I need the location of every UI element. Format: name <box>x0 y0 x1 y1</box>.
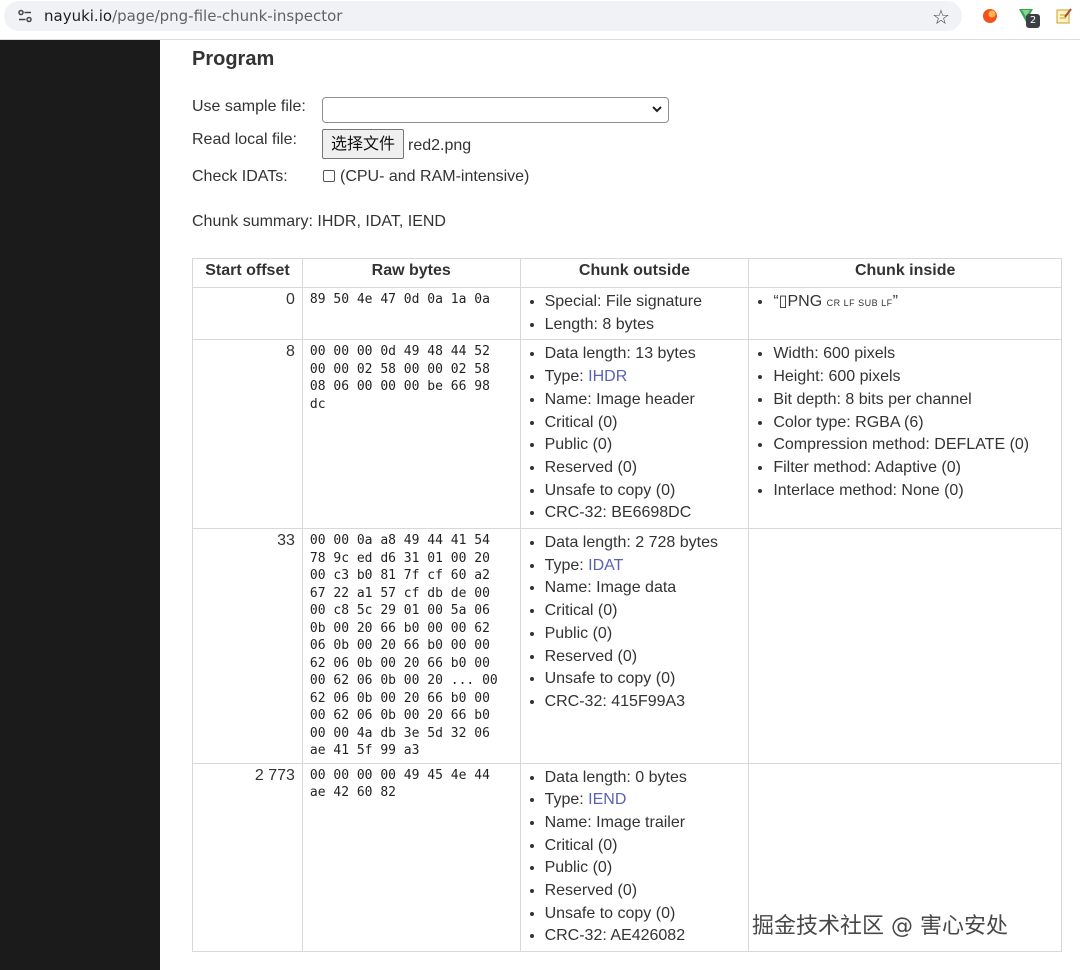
list-item: Type: IEND <box>545 789 742 812</box>
chunk-outside: Data length: 13 bytes Type: IHDR Name: I… <box>519 339 750 530</box>
chunk-inside <box>748 528 1062 764</box>
signature-png: PNG <box>787 293 823 310</box>
watermark: 掘金技术社区 @ 害心安处 <box>752 914 1008 939</box>
list-item: Public (0) <box>545 623 742 646</box>
url-text[interactable]: nayuki.io/page/png-file-chunk-inspector <box>44 7 342 25</box>
choose-file-button[interactable]: 选择文件 <box>322 129 404 159</box>
check-idats-note: (CPU- and RAM-intensive) <box>340 168 530 185</box>
signature-control-chars: CR LF SUB LF <box>826 298 893 308</box>
list-item: Data length: 0 bytes <box>545 767 742 790</box>
header-raw-bytes: Raw bytes <box>301 258 521 288</box>
list-item: Name: Image header <box>545 389 742 412</box>
type-label: Type: <box>544 368 589 386</box>
raw-bytes: 00 00 0a a8 49 44 41 54 78 9c ed d6 31 0… <box>301 528 521 764</box>
extension-orange-icon[interactable] <box>980 6 1000 26</box>
extension-notes-icon[interactable] <box>1054 6 1074 26</box>
check-idats-checkbox[interactable] <box>323 170 335 182</box>
selected-file-name: red2.png <box>408 137 472 154</box>
browser-toolbar: nayuki.io/page/png-file-chunk-inspector … <box>0 0 1080 40</box>
list-item: Unsafe to copy (0) <box>545 668 742 691</box>
chunk-type-link[interactable]: IDAT <box>588 557 623 574</box>
list-item: Width: 600 pixels <box>773 343 1054 366</box>
table-header-row: Start offset Raw bytes Chunk outside Chu… <box>192 258 1062 288</box>
chunk-summary: Chunk summary: IHDR, IDAT, IEND <box>192 213 446 230</box>
chunk-inside: “▯PNG CR LF SUB LF” <box>748 286 1062 341</box>
table-row: 33 00 00 0a a8 49 44 41 54 78 9c ed d6 3… <box>192 528 1062 764</box>
list-item: Special: File signature <box>545 291 742 314</box>
type-label: Type: <box>544 556 589 574</box>
url-path: /page/png-file-chunk-inspector <box>112 7 343 25</box>
list-item: Data length: 2 728 bytes <box>545 532 742 555</box>
list-item: Name: Image data <box>545 577 742 600</box>
signature-text: “▯PNG CR LF SUB LF” <box>773 291 1054 315</box>
left-dark-panel <box>0 40 160 970</box>
address-bar[interactable]: nayuki.io/page/png-file-chunk-inspector … <box>4 1 962 31</box>
list-item: Data length: 13 bytes <box>545 343 742 366</box>
start-offset: 2 773 <box>192 762 303 953</box>
header-start-offset: Start offset <box>192 258 303 288</box>
list-item: Reserved (0) <box>545 880 742 903</box>
list-item: Height: 600 pixels <box>773 366 1054 389</box>
sample-file-select[interactable] <box>322 97 669 123</box>
site-settings-icon[interactable] <box>16 7 34 25</box>
list-item: CRC-32: BE6698DC <box>545 502 742 525</box>
raw-bytes: 00 00 00 0d 49 48 44 52 00 00 02 58 00 0… <box>301 339 521 530</box>
table-row: 8 00 00 00 0d 49 48 44 52 00 00 02 58 00… <box>192 339 1062 530</box>
list-item: Bit depth: 8 bits per channel <box>773 389 1054 412</box>
start-offset: 8 <box>192 339 303 530</box>
section-title: Program <box>192 48 275 70</box>
chunk-type-link[interactable]: IHDR <box>588 368 627 385</box>
list-item: Critical (0) <box>545 412 742 435</box>
chunk-table: Start offset Raw bytes Chunk outside Chu… <box>192 258 1062 953</box>
list-item: Public (0) <box>545 434 742 457</box>
chunk-outside: Special: File signature Length: 8 bytes <box>519 286 750 341</box>
list-item: Compression method: DEFLATE (0) <box>773 434 1054 457</box>
list-item: Name: Image trailer <box>545 812 742 835</box>
list-item: Filter method: Adaptive (0) <box>773 457 1054 480</box>
list-item: Critical (0) <box>545 835 742 858</box>
bookmark-star-icon[interactable]: ☆ <box>932 5 950 29</box>
list-item: CRC-32: AE426082 <box>545 925 742 948</box>
list-item: Public (0) <box>545 857 742 880</box>
list-item: Color type: RGBA (6) <box>773 412 1054 435</box>
local-file-label: Read local file: <box>192 131 297 148</box>
quote-close: ” <box>892 293 898 310</box>
start-offset: 33 <box>192 528 303 764</box>
list-item: Unsafe to copy (0) <box>545 903 742 926</box>
list-item: Reserved (0) <box>545 457 742 480</box>
header-chunk-outside: Chunk outside <box>519 258 750 288</box>
sample-file-label: Use sample file: <box>192 98 306 115</box>
type-label: Type: <box>544 791 589 809</box>
chevron-down-icon <box>652 106 662 113</box>
list-item: Reserved (0) <box>545 646 742 669</box>
url-host: nayuki.io <box>44 7 113 25</box>
chunk-type-link[interactable]: IEND <box>588 791 626 808</box>
list-item: Length: 8 bytes <box>545 314 742 337</box>
list-item: Interlace method: None (0) <box>773 480 1054 503</box>
header-chunk-inside: Chunk inside <box>748 258 1062 288</box>
check-idats-label: Check IDATs: <box>192 168 288 185</box>
chunk-outside: Data length: 0 bytes Type: IEND Name: Im… <box>519 762 750 953</box>
list-item: Type: IHDR <box>545 366 742 389</box>
chunk-inside: Width: 600 pixels Height: 600 pixels Bit… <box>748 339 1062 530</box>
list-item: Type: IDAT <box>545 555 742 578</box>
raw-bytes: 00 00 00 00 49 45 4e 44 ae 42 60 82 <box>301 762 521 953</box>
list-item: CRC-32: 415F99A3 <box>545 691 742 714</box>
raw-bytes: 89 50 4e 47 0d 0a 1a 0a <box>301 286 521 341</box>
chunk-outside: Data length: 2 728 bytes Type: IDAT Name… <box>519 528 750 764</box>
list-item: Unsafe to copy (0) <box>545 480 742 503</box>
list-item: Critical (0) <box>545 600 742 623</box>
table-row: 0 89 50 4e 47 0d 0a 1a 0a Special: File … <box>192 286 1062 341</box>
extension-badge: 2 <box>1026 14 1040 28</box>
start-offset: 0 <box>192 286 303 341</box>
